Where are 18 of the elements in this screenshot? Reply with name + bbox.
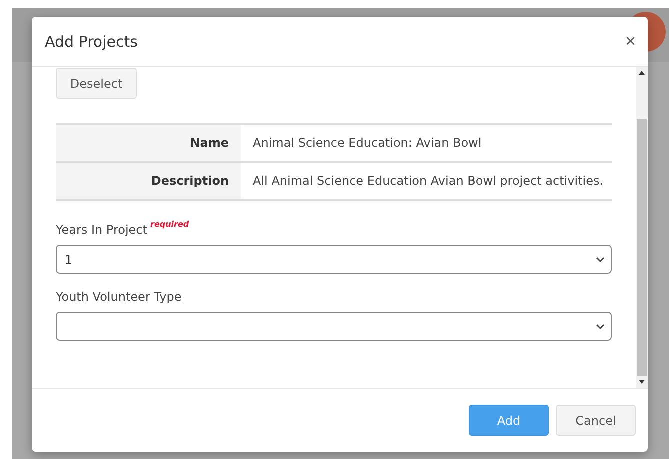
cancel-button[interactable]: Cancel [556,405,636,436]
scroll-down-icon[interactable] [639,380,645,384]
detail-value: Animal Science Education: Avian Bowl [252,135,483,152]
select-field[interactable]: 1 [56,245,612,274]
detail-label: Name [56,125,241,161]
detail-value: All Animal Science Education Avian Bowl project activities. [252,173,605,190]
close-button[interactable]: × [625,31,636,52]
scrollbar[interactable] [636,67,648,388]
field-label: Youth Volunteer Type [56,290,182,304]
detail-label: Description [56,163,241,199]
scroll-up-icon[interactable] [639,71,645,75]
chevron-down-icon [596,256,605,262]
field-label: Years In Project [56,223,148,237]
deselect-button[interactable]: Deselect [56,68,137,99]
dialog-title: Add Projects [45,32,138,50]
chevron-down-icon [596,324,605,330]
required-note: required [150,220,190,229]
select-field[interactable] [56,312,612,341]
